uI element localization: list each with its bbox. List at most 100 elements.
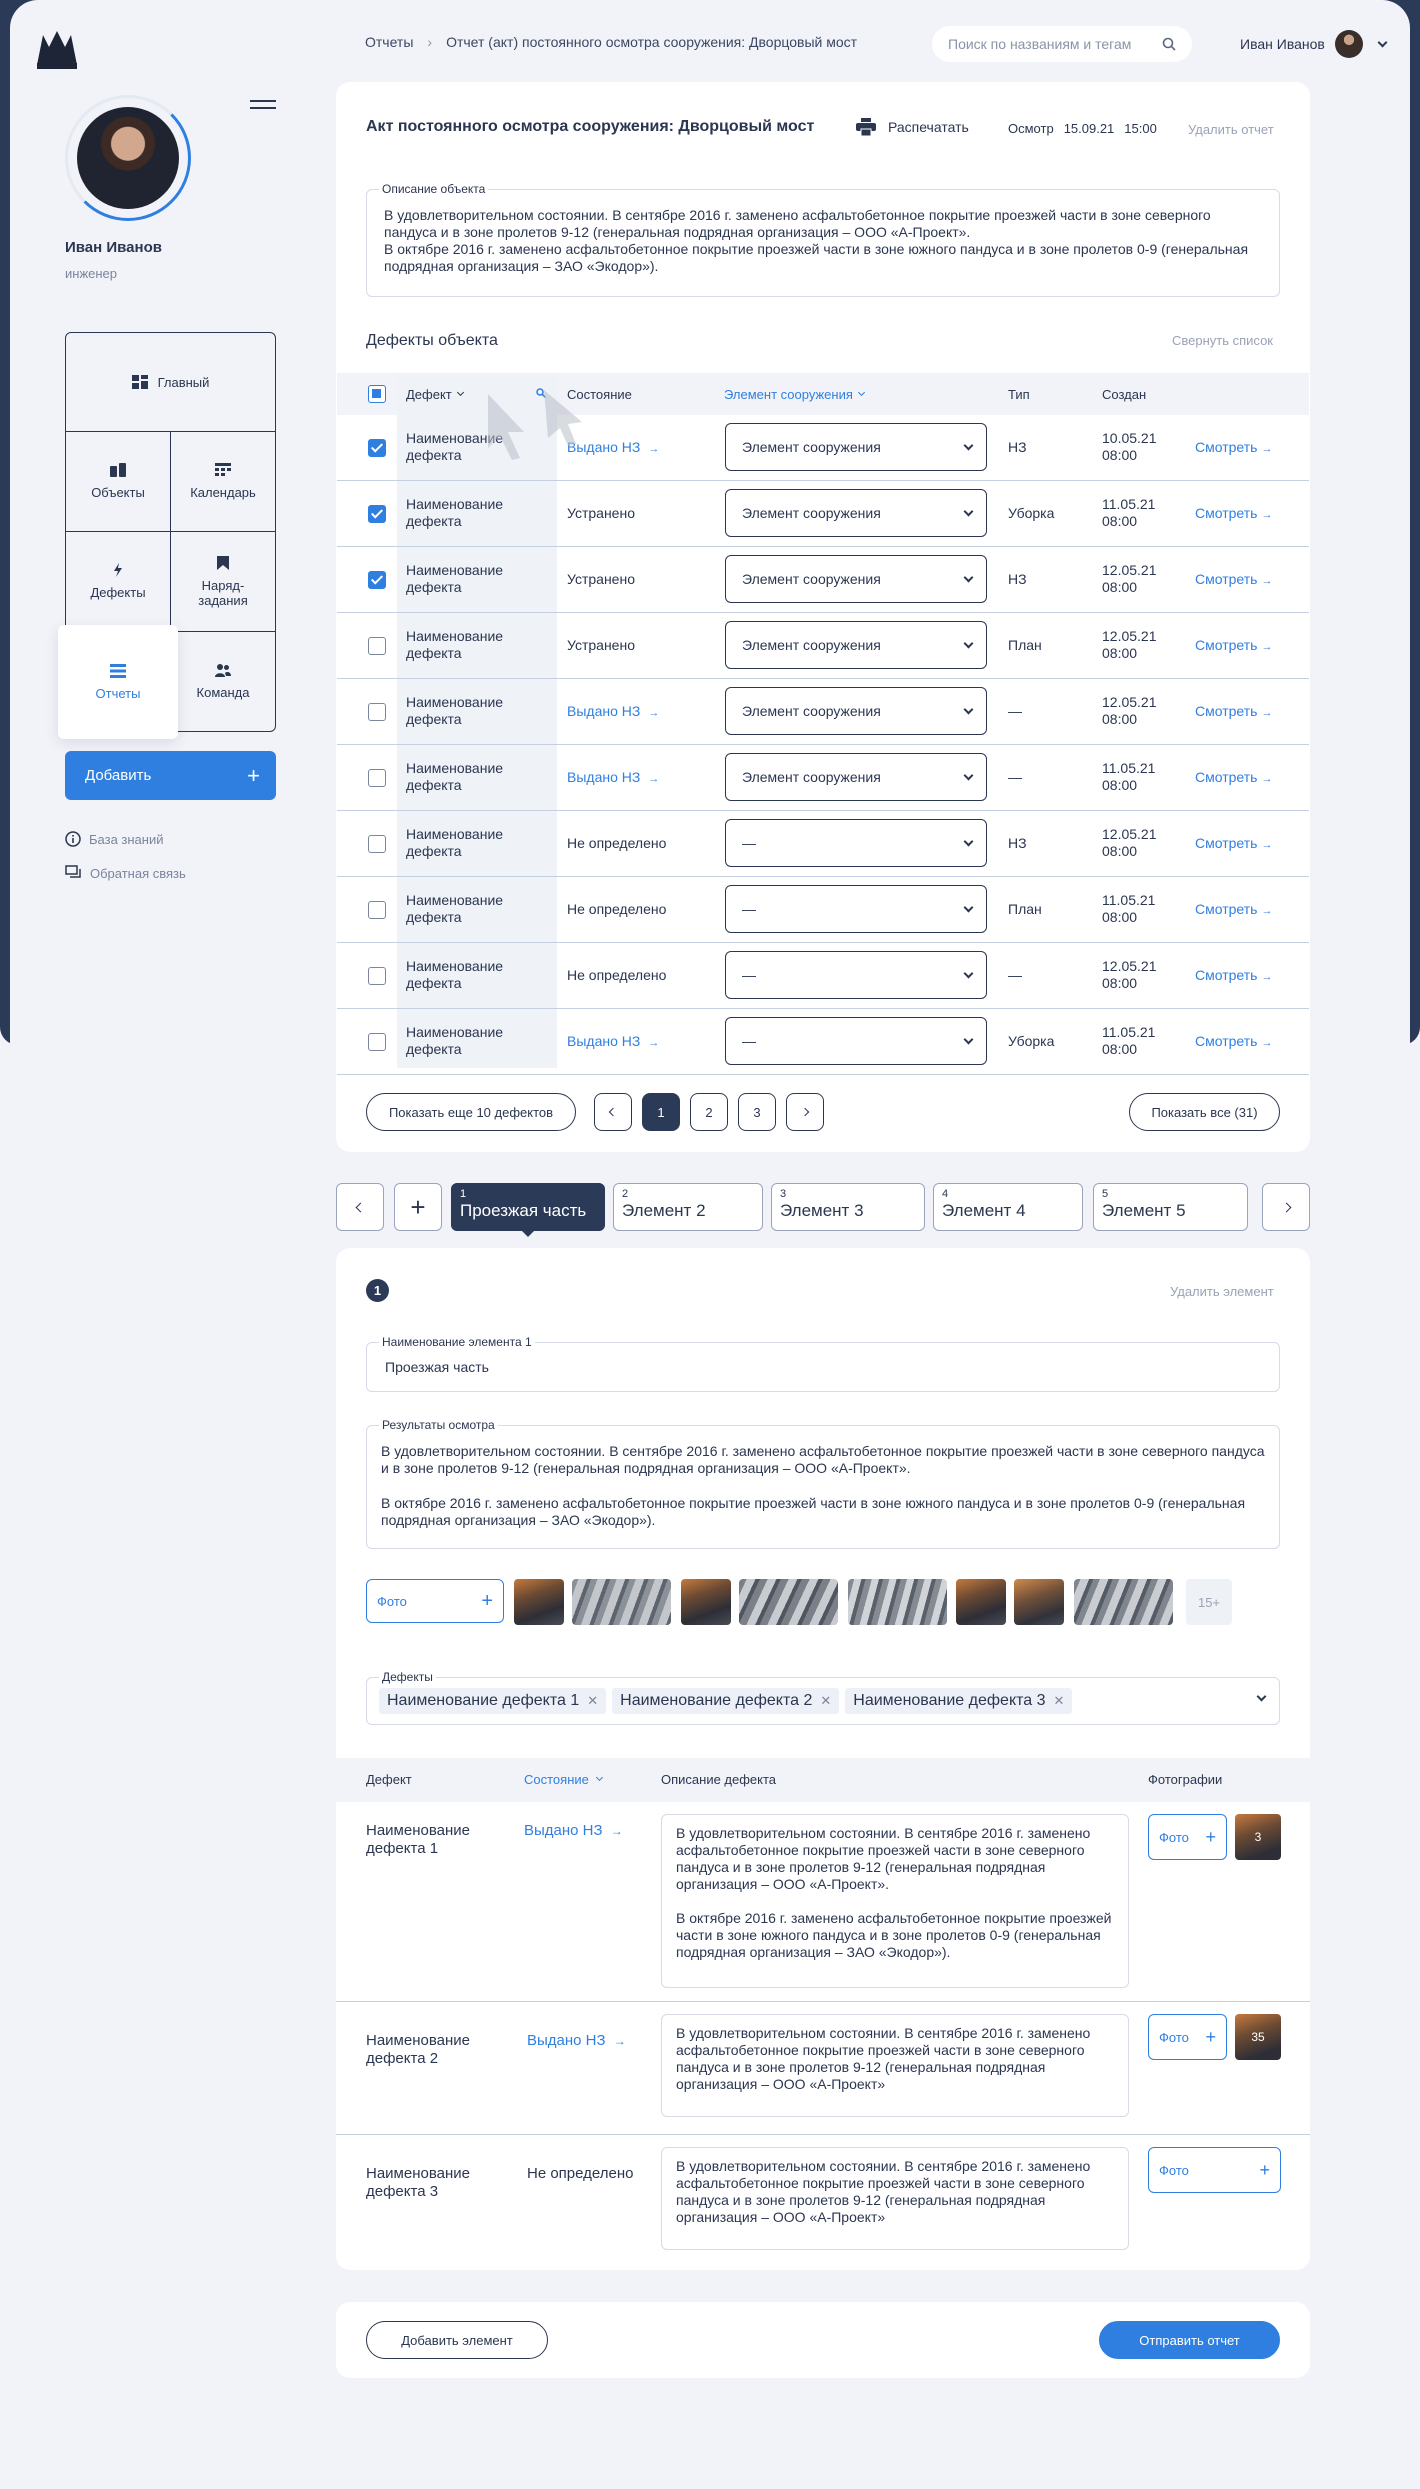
view-link[interactable]: Смотреть → <box>1195 1033 1272 1052</box>
defect-chip[interactable]: Наименование дефекта 3 ✕ <box>845 1688 1073 1714</box>
delete-report-button[interactable]: Удалить отчет <box>1188 122 1274 137</box>
photo-thumbnail[interactable] <box>956 1579 1006 1625</box>
element-tab-3[interactable]: 3 Элемент 3 <box>771 1183 925 1231</box>
defect-description[interactable]: В удовлетворительном состоянии. В сентяб… <box>661 2147 1129 2250</box>
object-description-field[interactable]: Описание объекта В удовлетворительном со… <box>366 182 1280 297</box>
defect-name[interactable]: Наименование дефекта <box>406 694 526 728</box>
row-checkbox[interactable] <box>368 505 386 523</box>
send-report-button[interactable]: Отправить отчет <box>1099 2321 1280 2359</box>
inspection-results-field[interactable]: Результаты осмотра В удовлетворительном … <box>366 1418 1280 1549</box>
row-checkbox[interactable] <box>368 901 386 919</box>
element-select[interactable]: Элемент сооружения <box>725 753 987 801</box>
menu-item-defects[interactable]: Дефекты <box>66 532 171 632</box>
row-checkbox[interactable] <box>368 571 386 589</box>
element-select[interactable]: — <box>725 885 987 933</box>
add-photo-button[interactable]: Фото + <box>1148 1814 1227 1860</box>
view-link[interactable]: Смотреть → <box>1195 967 1272 986</box>
view-link[interactable]: Смотреть → <box>1195 637 1272 656</box>
defect-chip[interactable]: Наименование дефекта 2 ✕ <box>612 1688 840 1714</box>
defect-name[interactable]: Наименование дефекта <box>406 628 526 662</box>
add-photo-button[interactable]: Фото + <box>366 1579 504 1623</box>
photo-thumbnail[interactable] <box>681 1579 731 1625</box>
menu-item-calendar[interactable]: Календарь <box>171 432 275 532</box>
col-state[interactable]: Состояние <box>524 1772 603 1787</box>
column-defect[interactable]: Дефект <box>406 386 464 403</box>
row-checkbox[interactable] <box>368 439 386 457</box>
defect-name[interactable]: Наименование дефекта <box>406 496 526 530</box>
user-menu[interactable]: Иван Иванов <box>1240 30 1388 58</box>
photo-thumbnail[interactable] <box>739 1579 838 1625</box>
photo-stack[interactable]: 35 <box>1235 2014 1281 2060</box>
element-select[interactable]: Элемент сооружения <box>725 489 987 537</box>
photo-thumbnail[interactable] <box>572 1579 671 1625</box>
row-checkbox[interactable] <box>368 1033 386 1051</box>
element-select[interactable]: Элемент сооружения <box>725 621 987 669</box>
profile-avatar[interactable] <box>77 107 179 209</box>
page-prev-button[interactable] <box>594 1093 632 1131</box>
row-checkbox[interactable] <box>368 835 386 853</box>
defect-state-link[interactable]: Выдано НЗ → <box>567 703 659 722</box>
menu-item-main[interactable]: Главный <box>66 333 275 432</box>
row-checkbox[interactable] <box>368 769 386 787</box>
photo-thumbnail[interactable] <box>514 1579 564 1625</box>
view-link[interactable]: Смотреть → <box>1195 439 1272 458</box>
menu-item-orders[interactable]: Наряд-задания <box>171 532 275 632</box>
defect-name[interactable]: Наименование дефекта <box>406 760 526 794</box>
element-select[interactable]: Элемент сооружения <box>725 555 987 603</box>
collapse-list-button[interactable]: Свернуть список <box>1172 333 1273 348</box>
page-button-1[interactable]: 1 <box>642 1093 680 1131</box>
photo-thumbnail[interactable] <box>1014 1579 1064 1625</box>
element-tab-4[interactable]: 4 Элемент 4 <box>933 1183 1083 1231</box>
defect-name[interactable]: Наименование дефекта <box>406 892 526 926</box>
page-button-3[interactable]: 3 <box>738 1093 776 1131</box>
view-link[interactable]: Смотреть → <box>1195 901 1272 920</box>
show-all-button[interactable]: Показать все (31) <box>1129 1093 1280 1131</box>
close-icon[interactable]: ✕ <box>1054 1693 1065 1709</box>
close-icon[interactable]: ✕ <box>820 1693 831 1709</box>
tabs-next-button[interactable] <box>1262 1183 1310 1231</box>
row-checkbox[interactable] <box>368 967 386 985</box>
menu-item-objects[interactable]: Объекты <box>66 432 171 532</box>
defect-description[interactable]: В удовлетворительном состоянии. В сентяб… <box>661 1814 1129 1988</box>
photo-stack[interactable]: 3 <box>1235 1814 1281 1860</box>
view-link[interactable]: Смотреть → <box>1195 769 1272 788</box>
view-link[interactable]: Смотреть → <box>1195 835 1272 854</box>
show-more-button[interactable]: Показать еще 10 дефектов <box>366 1093 576 1131</box>
search-input[interactable]: Поиск по названиям и тегам <box>932 26 1192 62</box>
view-link[interactable]: Смотреть → <box>1195 505 1272 524</box>
add-photo-button[interactable]: Фото + <box>1148 2147 1281 2193</box>
menu-item-team[interactable]: Команда <box>171 632 275 731</box>
defect-name[interactable]: Наименование дефекта <box>406 1024 526 1058</box>
element-name-field[interactable]: Наименование элемента 1 Проезжая часть <box>366 1335 1280 1392</box>
menu-item-reports[interactable]: Отчеты <box>58 625 178 739</box>
delete-element-button[interactable]: Удалить элемент <box>1170 1284 1274 1299</box>
element-select[interactable]: — <box>725 819 987 867</box>
photo-thumbnail[interactable] <box>848 1579 947 1625</box>
defect-state-link[interactable]: Выдано НЗ → <box>567 769 659 788</box>
element-tab-5[interactable]: 5 Элемент 5 <box>1093 1183 1248 1231</box>
feedback-link[interactable]: Обратная связь <box>65 865 186 881</box>
close-icon[interactable]: ✕ <box>587 1693 598 1709</box>
more-photos-button[interactable]: 15+ <box>1186 1579 1232 1625</box>
defects-multiselect[interactable]: Дефекты Наименование дефекта 1 ✕ Наименова… <box>366 1670 1280 1725</box>
element-select[interactable]: — <box>725 1017 987 1065</box>
add-photo-button[interactable]: Фото + <box>1148 2014 1227 2060</box>
page-next-button[interactable] <box>786 1093 824 1131</box>
view-link[interactable]: Смотреть → <box>1195 571 1272 590</box>
element-tab-2[interactable]: 2 Элемент 2 <box>613 1183 763 1231</box>
defect-description[interactable]: В удовлетворительном состоянии. В сентяб… <box>661 2014 1129 2117</box>
element-select[interactable]: Элемент сооружения <box>725 687 987 735</box>
column-element[interactable]: Элемент сооружения <box>724 386 865 403</box>
photo-thumbnail[interactable] <box>1074 1579 1173 1625</box>
add-button[interactable]: Добавить + <box>65 751 276 800</box>
page-button-2[interactable]: 2 <box>690 1093 728 1131</box>
menu-toggle-icon[interactable] <box>250 100 276 114</box>
defect-state-link[interactable]: Выдано НЗ → <box>527 2032 626 2049</box>
row-checkbox[interactable] <box>368 703 386 721</box>
element-select[interactable]: — <box>725 951 987 999</box>
add-element-tab-button[interactable]: + <box>394 1183 442 1231</box>
defect-name[interactable]: Наименование дефекта <box>406 562 526 596</box>
row-checkbox[interactable] <box>368 637 386 655</box>
select-all-checkbox[interactable] <box>368 385 386 403</box>
defect-chip[interactable]: Наименование дефекта 1 ✕ <box>379 1688 607 1714</box>
